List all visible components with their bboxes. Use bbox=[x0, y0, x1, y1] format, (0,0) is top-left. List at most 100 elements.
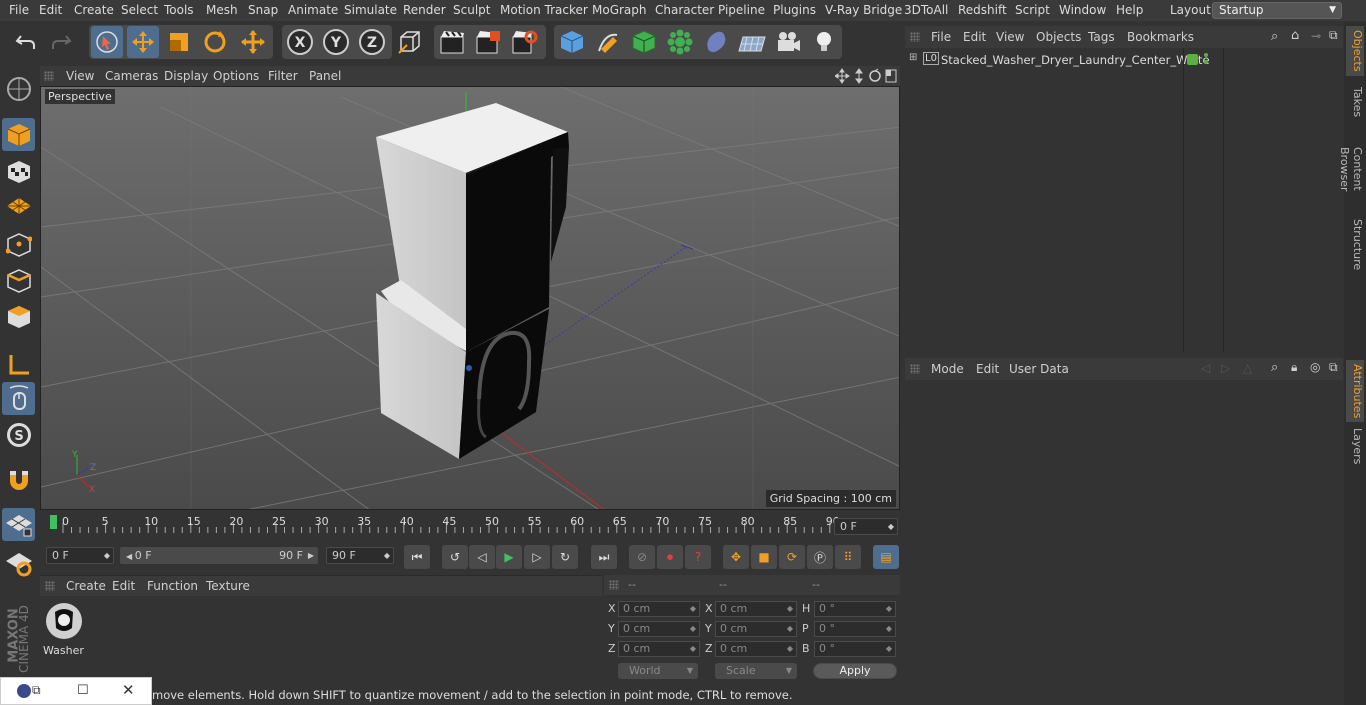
menu-animate[interactable]: Animate bbox=[288, 3, 338, 17]
menu-edit[interactable]: Edit bbox=[39, 3, 62, 17]
menu-render[interactable]: Render bbox=[403, 3, 446, 17]
coord-value-field[interactable]: 0 cm ◆ bbox=[618, 601, 700, 617]
menu-plugins[interactable]: Plugins bbox=[773, 3, 816, 17]
attr-menu-mode[interactable]: Mode bbox=[931, 362, 964, 376]
coord-value-field[interactable]: 0 cm ◆ bbox=[618, 641, 700, 657]
menu-vray-bridge[interactable]: V-Ray Bridge bbox=[825, 3, 902, 17]
material-menu-function[interactable]: Function bbox=[147, 579, 198, 593]
layer-color-icon[interactable] bbox=[1187, 54, 1198, 65]
viewport-menu-filter[interactable]: Filter bbox=[268, 69, 298, 83]
forward-arrow-icon[interactable]: ▷ bbox=[1221, 361, 1230, 375]
cloner-icon[interactable] bbox=[664, 26, 696, 58]
coord-value-field[interactable]: 0 ° ◆ bbox=[814, 641, 896, 657]
points-mode-icon[interactable] bbox=[2, 228, 35, 261]
back-arrow-icon[interactable]: ◁ bbox=[1201, 361, 1210, 375]
move-icon[interactable] bbox=[127, 26, 159, 58]
up-arrow-icon[interactable]: △ bbox=[1243, 361, 1252, 375]
start-frame-field[interactable]: 0 F ◆ bbox=[46, 547, 114, 564]
key-scale-icon[interactable]: ■ bbox=[751, 545, 777, 569]
render-picture-viewer-icon[interactable] bbox=[472, 26, 504, 58]
z-axis-icon[interactable]: Z bbox=[356, 26, 388, 58]
menu-snap[interactable]: Snap bbox=[248, 3, 278, 17]
frame-range-slider[interactable]: ◀ 0 F 90 F ▶ bbox=[120, 547, 318, 564]
coord-value-field[interactable]: 0 cm ◆ bbox=[715, 641, 797, 657]
expand-icon[interactable]: ⊞ bbox=[909, 52, 917, 63]
x-axis-icon[interactable]: X bbox=[284, 26, 316, 58]
coordinate-mode-dropdown[interactable]: Scale ▼ bbox=[715, 663, 797, 679]
3d-viewport[interactable]: Y Z X Perspective Grid Spacing : 100 cm bbox=[40, 86, 900, 510]
floor-icon[interactable] bbox=[736, 26, 768, 58]
magnet-icon[interactable] bbox=[2, 464, 35, 497]
menu-character[interactable]: Character bbox=[655, 3, 714, 17]
end-frame-field[interactable]: 90 F ◆ bbox=[326, 547, 394, 564]
panel-grip-icon[interactable] bbox=[910, 32, 920, 42]
attr-menu-user-data[interactable]: User Data bbox=[1009, 362, 1069, 376]
current-frame-field[interactable]: 0 F ◆ bbox=[834, 518, 898, 535]
material-menu-create[interactable]: Create bbox=[66, 579, 106, 593]
light-icon[interactable] bbox=[808, 26, 840, 58]
deformer-icon[interactable] bbox=[700, 26, 732, 58]
cinema4d-app-icon[interactable] bbox=[17, 684, 31, 698]
menu-simulate[interactable]: Simulate bbox=[344, 3, 397, 17]
go-to-end-icon[interactable]: ⏭ bbox=[591, 545, 617, 569]
object-name[interactable]: Stacked_Washer_Dryer_Laundry_Center_Whit… bbox=[941, 53, 1210, 67]
viewport-menu-options[interactable]: Options bbox=[213, 69, 259, 83]
snap-icon[interactable] bbox=[2, 508, 35, 541]
viewport-menu-display[interactable]: Display bbox=[164, 69, 208, 83]
close-icon[interactable]: ✕ bbox=[122, 681, 135, 699]
new-window-icon[interactable]: ⧉ bbox=[1329, 28, 1338, 43]
object-row[interactable]: ⊞ L0 Stacked_Washer_Dryer_Laundry_Center… bbox=[905, 50, 1343, 70]
menu-3dtoall[interactable]: 3DToAll bbox=[904, 3, 948, 17]
next-key-icon[interactable]: ↻ bbox=[552, 545, 578, 569]
menu-pipeline[interactable]: Pipeline bbox=[718, 3, 765, 17]
search-icon[interactable]: ⌕ bbox=[1271, 29, 1278, 44]
model-mode-icon[interactable] bbox=[2, 118, 35, 151]
menu-file[interactable]: File bbox=[9, 3, 29, 17]
previous-frame-icon[interactable]: ◁ bbox=[469, 545, 495, 569]
object-menu-view[interactable]: View bbox=[996, 30, 1024, 44]
coord-value-field[interactable]: 0 ° ◆ bbox=[814, 621, 896, 637]
material-menu-texture[interactable]: Texture bbox=[206, 579, 250, 593]
viewport-camera-label[interactable]: Perspective bbox=[45, 89, 115, 104]
previous-key-icon[interactable]: ↺ bbox=[442, 545, 468, 569]
key-parameter-icon[interactable]: Ⓟ bbox=[807, 545, 833, 569]
undo-icon[interactable] bbox=[10, 26, 42, 58]
y-axis-icon[interactable]: Y bbox=[320, 26, 352, 58]
object-menu-tags[interactable]: Tags bbox=[1088, 30, 1115, 44]
edit-render-settings-icon[interactable] bbox=[508, 26, 540, 58]
texture-mode-icon[interactable] bbox=[2, 155, 35, 188]
coordinate-space-dropdown[interactable]: World ▼ bbox=[618, 663, 698, 679]
material-item[interactable]: Washer bbox=[43, 600, 85, 657]
tab-content-browser[interactable]: Content Browser bbox=[1338, 126, 1364, 212]
tab-takes[interactable]: Takes bbox=[1346, 82, 1364, 122]
menu-create[interactable]: Create bbox=[74, 3, 114, 17]
menu-sculpt[interactable]: Sculpt bbox=[453, 3, 490, 17]
viewport-menu-cameras[interactable]: Cameras bbox=[105, 69, 158, 83]
panel-grip-icon[interactable] bbox=[45, 581, 55, 591]
scale-icon[interactable] bbox=[163, 26, 195, 58]
coord-value-field[interactable]: 0 cm ◆ bbox=[715, 621, 797, 637]
viewport-menu-panel[interactable]: Panel bbox=[309, 69, 341, 83]
panel-grip-icon[interactable] bbox=[609, 580, 619, 590]
panel-grip-icon[interactable] bbox=[910, 364, 920, 374]
menu-mograph[interactable]: MoGraph bbox=[592, 3, 647, 17]
axis-mode-icon[interactable] bbox=[2, 348, 35, 381]
coord-value-field[interactable]: 0 cm ◆ bbox=[715, 601, 797, 617]
rotate-icon[interactable] bbox=[199, 26, 231, 58]
tweak-icon[interactable] bbox=[2, 382, 35, 415]
new-window-icon[interactable]: ⧉ bbox=[1329, 360, 1338, 375]
search-icon[interactable]: ⌕ bbox=[1271, 360, 1278, 375]
last-tool-icon[interactable] bbox=[237, 26, 269, 58]
object-menu-file[interactable]: File bbox=[931, 30, 951, 44]
menu-redshift[interactable]: Redshift bbox=[958, 3, 1007, 17]
target-icon[interactable]: ◎ bbox=[1310, 360, 1320, 374]
timeline-window-icon[interactable]: ▤ bbox=[873, 545, 899, 569]
attr-menu-edit[interactable]: Edit bbox=[976, 362, 999, 376]
restore-icon[interactable]: ⧉ bbox=[32, 683, 41, 698]
material-menu-edit[interactable]: Edit bbox=[112, 579, 135, 593]
object-menu-bookmarks[interactable]: Bookmarks bbox=[1127, 30, 1194, 44]
live-selection-icon[interactable] bbox=[91, 26, 123, 58]
object-menu-edit[interactable]: Edit bbox=[963, 30, 986, 44]
pen-icon[interactable] bbox=[592, 26, 624, 58]
menu-motion-tracker[interactable]: Motion Tracker bbox=[500, 3, 588, 17]
